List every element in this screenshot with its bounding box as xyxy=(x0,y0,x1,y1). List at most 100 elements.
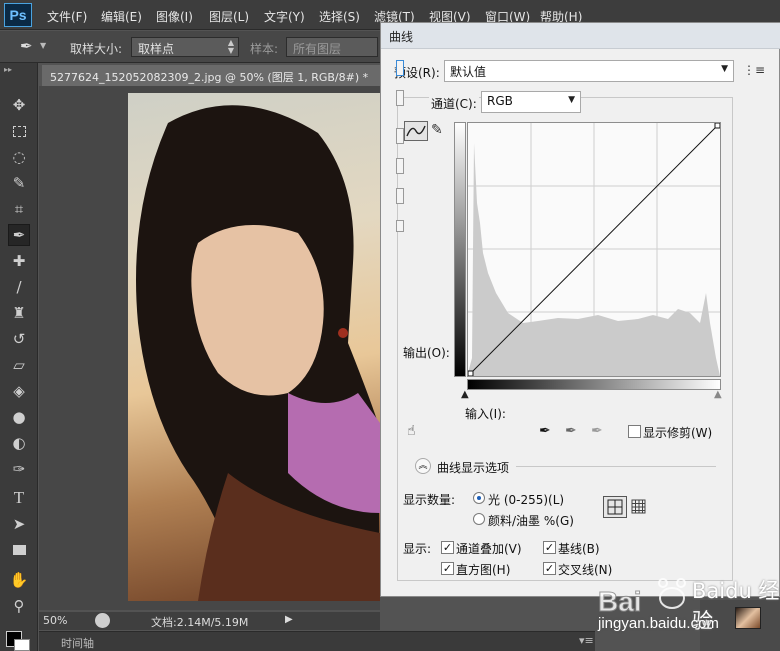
menu-file[interactable]: 文件(F) xyxy=(47,8,87,25)
healing-brush-tool-icon[interactable]: ✚ xyxy=(8,250,30,272)
sample-value: 所有图层 xyxy=(293,42,342,56)
sample-size-select[interactable]: 取样点 ▲ ▼ xyxy=(131,37,239,57)
type-tool-icon[interactable]: T xyxy=(8,487,30,509)
rectangle-tool-icon[interactable] xyxy=(8,539,30,561)
channel-value: RGB xyxy=(487,94,513,108)
pigment-option-label: 颜料/油墨 %(G) xyxy=(488,514,574,528)
pen-tool-icon[interactable]: ✑ xyxy=(8,458,30,480)
white-point-slider-icon[interactable]: ▲ xyxy=(714,389,722,400)
hand-tool-icon[interactable]: ✋ xyxy=(8,569,30,591)
tool-preset-dropdown-icon[interactable]: ▼ xyxy=(40,41,46,50)
lasso-tool-icon[interactable]: ◌ xyxy=(8,146,30,168)
curve-graph[interactable] xyxy=(467,122,721,377)
ok-button-edge[interactable] xyxy=(396,60,404,76)
show-clipping-checkbox[interactable] xyxy=(628,425,641,438)
history-brush-tool-icon[interactable]: ↺ xyxy=(8,328,30,350)
menu-edit[interactable]: 编辑(E) xyxy=(101,8,142,25)
preset-options-icon[interactable]: ⋮≡ xyxy=(743,63,765,77)
black-eyedropper-icon[interactable]: ✒ xyxy=(539,423,551,439)
output-gradient-bar xyxy=(454,122,466,377)
simple-grid-button[interactable] xyxy=(603,496,627,518)
dialog-title: 曲线 xyxy=(389,30,414,44)
auto-button-edge[interactable] xyxy=(396,158,404,174)
quick-select-tool-icon[interactable]: ✎ xyxy=(8,172,30,194)
move-tool-icon[interactable]: ✥ xyxy=(8,94,30,116)
panel-collapse-icon[interactable]: ▸▸ xyxy=(4,65,12,74)
output-label: 输出(O): xyxy=(403,346,450,360)
gray-eyedropper-icon[interactable]: ✒ xyxy=(565,423,577,439)
pencil-draw-icon[interactable]: ✎ xyxy=(431,122,443,138)
on-image-adjust-icon[interactable]: ☝ xyxy=(407,423,416,439)
document-tab-title: 5277624_152052082309_2.jpg @ 50% (图层 1, … xyxy=(50,71,369,84)
curve-edit-tool-icon[interactable] xyxy=(404,121,428,141)
marquee-tool-icon[interactable] xyxy=(8,120,30,142)
eraser-tool-icon[interactable]: ▱ xyxy=(8,354,30,376)
path-select-tool-icon[interactable]: ➤ xyxy=(8,513,30,535)
stamp-tool-icon[interactable]: ♜ xyxy=(8,302,30,324)
options-divider xyxy=(516,466,716,467)
dialog-title-bar[interactable]: 曲线 xyxy=(381,23,780,49)
crop-tool-icon[interactable]: ⌗ xyxy=(8,198,30,220)
white-eyedropper-icon[interactable]: ✒ xyxy=(591,423,603,439)
baseline-label: 基线(B) xyxy=(558,542,600,556)
curves-dialog: 曲线 预设(R): 默认值 ▼ ⋮≡ 通道(C): RGB ▼ ✎ 输出(O):… xyxy=(380,22,780,597)
sample-size-label: 取样大小: xyxy=(70,42,123,56)
timeline-panel-bar[interactable]: 时间轴 ▾≡ xyxy=(39,631,595,651)
svg-text:Bai: Bai xyxy=(598,586,642,617)
light-option-label: 光 (0-255)(L) xyxy=(488,493,565,507)
updown-arrows-icon: ▲ ▼ xyxy=(227,38,234,55)
tools-panel: ▸▸ ✥ ◌ ✎ ⌗ ✒ ✚ / ♜ ↺ ▱ ◈ ● ◐ ✑ T ➤ ✋ ⚲ xyxy=(0,63,38,651)
cancel-button-edge[interactable] xyxy=(396,90,404,106)
menu-layer[interactable]: 图层(L) xyxy=(209,8,249,25)
doc-info: 文档:2.14M/5.19M xyxy=(151,616,249,629)
timeline-menu-icon[interactable]: ▾≡ xyxy=(579,634,594,647)
document-tab[interactable]: 5277624_152052082309_2.jpg @ 50% (图层 1, … xyxy=(42,65,382,86)
show-amount-label: 显示数量: xyxy=(403,493,456,507)
status-menu-icon[interactable] xyxy=(95,613,110,628)
photoshop-logo: Ps xyxy=(4,3,32,27)
curve-point-white xyxy=(714,122,721,129)
zoom-tool-icon[interactable]: ⚲ xyxy=(8,595,30,617)
preset-select[interactable]: 默认值 ▼ xyxy=(444,60,734,82)
channel-select[interactable]: RGB ▼ xyxy=(481,91,581,113)
menu-type[interactable]: 文字(Y) xyxy=(264,8,305,25)
baseline-checkbox[interactable]: ✓ xyxy=(543,541,556,554)
sample-select[interactable]: 所有图层 xyxy=(286,37,378,57)
collapse-options-icon[interactable]: ︽ xyxy=(415,458,431,474)
intersection-checkbox[interactable]: ✓ xyxy=(543,562,556,575)
black-point-slider-icon[interactable]: ▲ xyxy=(461,389,469,400)
menu-image[interactable]: 图像(I) xyxy=(156,8,193,25)
pigment-radio[interactable] xyxy=(473,513,485,525)
display-options-title: 曲线显示选项 xyxy=(437,461,510,475)
input-gradient-bar xyxy=(467,379,721,390)
status-bar: 50% 文档:2.14M/5.19M ▶ xyxy=(39,612,380,630)
light-radio[interactable] xyxy=(473,492,485,504)
detailed-grid-button[interactable] xyxy=(631,499,647,515)
document-photo[interactable] xyxy=(128,93,380,601)
portrait-image xyxy=(136,105,380,601)
eyedropper-tool-preset-icon[interactable]: ✒ xyxy=(20,37,33,55)
channel-overlay-checkbox[interactable]: ✓ xyxy=(441,541,454,554)
channel-overlay-label: 通道叠加(V) xyxy=(456,542,522,556)
preview-checkbox-edge[interactable] xyxy=(396,220,404,232)
brush-tool-icon[interactable]: / xyxy=(8,276,30,298)
blur-tool-icon[interactable]: ● xyxy=(8,406,30,428)
menu-select[interactable]: 选择(S) xyxy=(319,8,360,25)
watermark-url: jingyan.baidu.com xyxy=(598,615,719,632)
histogram-checkbox[interactable]: ✓ xyxy=(441,562,454,575)
channel-label: 通道(C): xyxy=(429,95,479,112)
status-expand-icon[interactable]: ▶ xyxy=(285,614,293,625)
smooth-button-edge[interactable] xyxy=(396,128,404,144)
show-label: 显示: xyxy=(403,542,432,556)
chevron-down-icon: ▼ xyxy=(568,95,575,105)
sample-size-value: 取样点 xyxy=(138,42,175,56)
zoom-level[interactable]: 50% xyxy=(43,614,67,627)
dodge-tool-icon[interactable]: ◐ xyxy=(8,432,30,454)
show-clipping-label: 显示修剪(W) xyxy=(643,426,713,440)
options-button-edge[interactable] xyxy=(396,188,404,204)
baidu-watermark: Bai Baidu 经验 jingyan.baidu.com xyxy=(594,565,780,651)
background-color-swatch[interactable] xyxy=(14,639,30,651)
paint-bucket-tool-icon[interactable]: ◈ xyxy=(8,380,30,402)
curve-point-black xyxy=(467,370,474,377)
eyedropper-tool-icon[interactable]: ✒ xyxy=(8,224,30,246)
